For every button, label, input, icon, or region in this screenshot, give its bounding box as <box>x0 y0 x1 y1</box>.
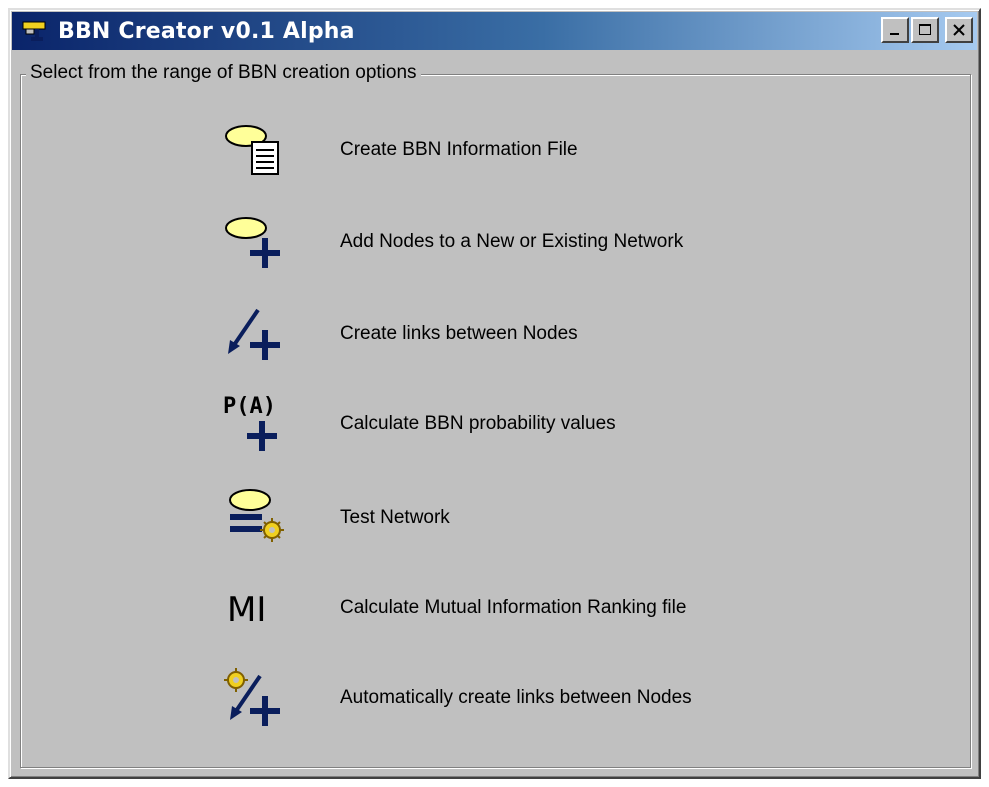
probability-icon-text: P(A) <box>223 394 276 419</box>
maximize-icon <box>919 24 931 35</box>
option-label: Create links between Nodes <box>340 323 578 344</box>
group-label: Select from the range of BBN creation op… <box>26 62 421 84</box>
maximize-button[interactable] <box>911 17 939 43</box>
option-auto-create-links[interactable]: Automatically create links between Nodes <box>214 658 774 738</box>
probability-icon: P(A) <box>214 384 294 464</box>
option-create-links[interactable]: Create links between Nodes <box>214 294 774 374</box>
window-title: BBN Creator v0.1 Alpha <box>58 18 355 44</box>
option-label: Add Nodes to a New or Existing Network <box>340 231 684 252</box>
close-icon <box>953 24 965 36</box>
auto-link-icon <box>214 658 294 738</box>
test-network-icon <box>214 478 294 558</box>
option-label: Calculate Mutual Information Ranking fil… <box>340 597 687 618</box>
option-create-information-file[interactable]: Create BBN Information File <box>214 110 774 190</box>
minimize-icon <box>890 33 899 35</box>
node-document-icon <box>214 110 294 190</box>
add-link-icon <box>214 294 294 374</box>
close-button[interactable] <box>945 17 973 43</box>
app-window: BBN Creator v0.1 Alpha Select from the r <box>8 8 981 779</box>
title-bar[interactable]: BBN Creator v0.1 Alpha <box>12 12 977 50</box>
title-buttons <box>881 17 973 43</box>
mutual-information-icon-text: MI <box>227 590 266 630</box>
mutual-information-icon: MI <box>214 568 294 648</box>
option-test-network[interactable]: Test Network <box>214 478 774 558</box>
minimize-button[interactable] <box>881 17 909 43</box>
option-label: Automatically create links between Nodes <box>340 687 692 708</box>
option-label: Calculate BBN probability values <box>340 413 616 434</box>
option-label: Create BBN Information File <box>340 139 578 160</box>
option-mutual-information[interactable]: MI Calculate Mutual Information Ranking … <box>214 568 774 648</box>
option-label: Test Network <box>340 507 450 528</box>
option-calculate-probability[interactable]: P(A) Calculate BBN probability values <box>214 384 774 464</box>
add-node-icon <box>214 202 294 282</box>
option-add-nodes[interactable]: Add Nodes to a New or Existing Network <box>214 202 774 282</box>
app-icon <box>22 21 46 41</box>
